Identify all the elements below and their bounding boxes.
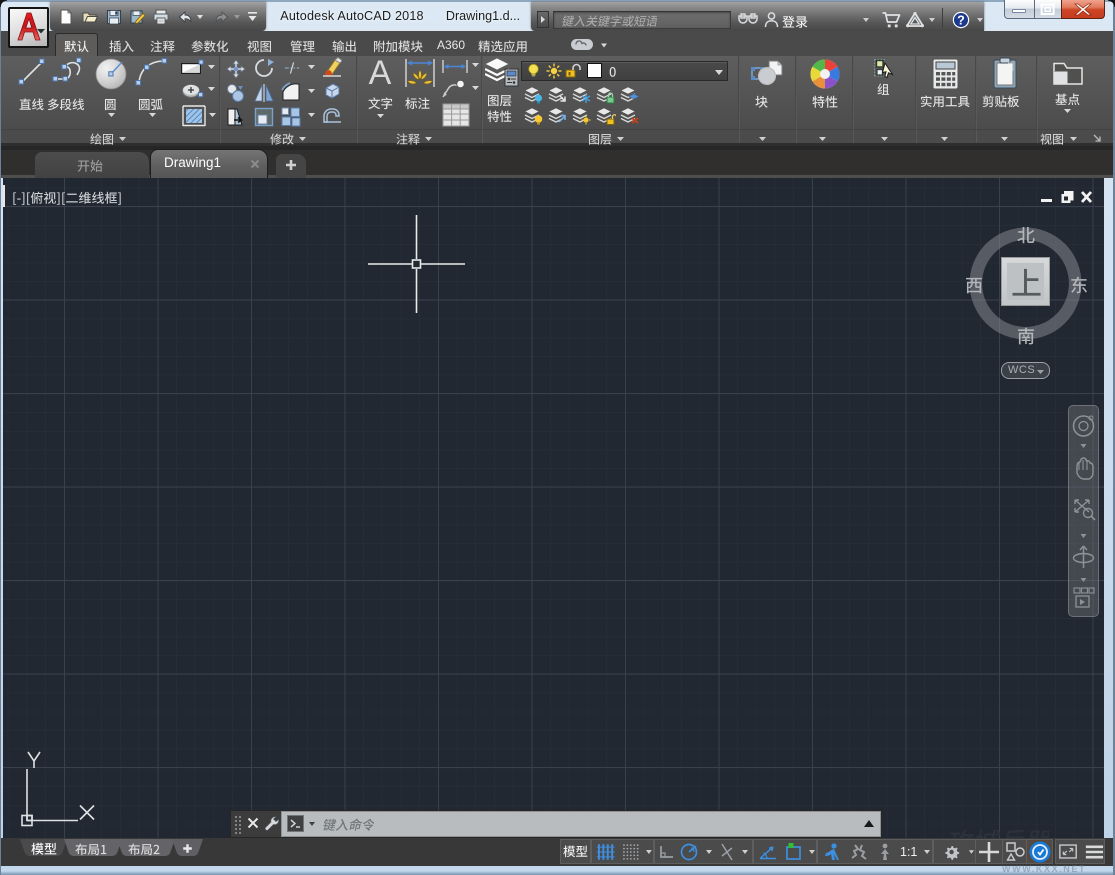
svg-text:?: ? — [957, 14, 965, 28]
